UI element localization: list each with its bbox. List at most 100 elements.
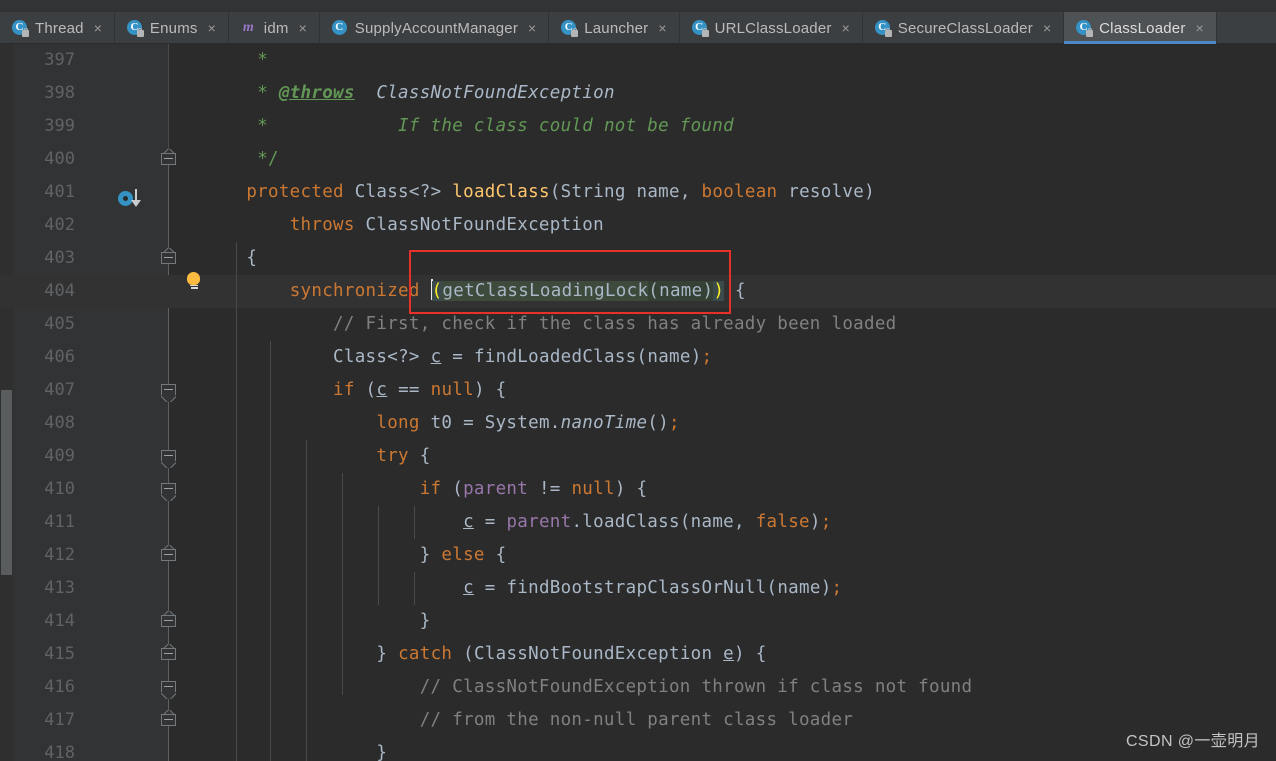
editor-tab-label: ClassLoader bbox=[1099, 19, 1186, 37]
close-icon[interactable]: × bbox=[208, 21, 216, 35]
editor-tab-secureclassloader[interactable]: C SecureClassLoader × bbox=[863, 12, 1065, 44]
line-number: 397 bbox=[44, 50, 75, 70]
editor-tab-bar: C Thread × C Enums × m idm × C SupplyAccountManage… bbox=[0, 0, 1276, 44]
overridden-method-icon[interactable] bbox=[118, 189, 148, 209]
editor-tab-supplyaccountmanager[interactable]: C SupplyAccountManager × bbox=[320, 12, 550, 44]
code-text: synchronized (getClassLoadingLock(name))… bbox=[289, 279, 746, 301]
code-text: // First, check if the class has already… bbox=[333, 314, 897, 334]
code-line-402[interactable]: 402 throws ClassNotFoundException bbox=[0, 209, 1276, 242]
code-line-413[interactable]: 413 c = findBootstrapClassOrNull(name); bbox=[0, 572, 1276, 605]
intention-bulb-icon[interactable] bbox=[186, 272, 202, 292]
editor-tab-label: Enums bbox=[149, 19, 198, 37]
java-class-icon: C bbox=[126, 20, 144, 37]
java-class-icon: C bbox=[691, 20, 709, 37]
line-number: 406 bbox=[44, 347, 75, 367]
code-line-397[interactable]: 397 * bbox=[0, 44, 1276, 77]
code-line-400[interactable]: 400 */ bbox=[0, 143, 1276, 176]
indent-guide bbox=[306, 440, 307, 761]
watermark: CSDN @一壶明月 bbox=[1125, 733, 1260, 750]
line-number: 413 bbox=[44, 578, 75, 598]
indent-guide bbox=[236, 242, 237, 761]
editor-tab-label: idm bbox=[263, 19, 289, 37]
editor-tab-launcher[interactable]: C Launcher × bbox=[549, 12, 680, 44]
line-number: 410 bbox=[44, 479, 75, 499]
editor-tab-idm[interactable]: m idm × bbox=[229, 12, 320, 44]
close-icon[interactable]: × bbox=[94, 21, 102, 35]
line-number: 409 bbox=[44, 446, 75, 466]
code-text: } catch (ClassNotFoundException e) { bbox=[376, 644, 767, 664]
java-class-icon: C bbox=[874, 20, 892, 37]
code-text: { bbox=[246, 248, 258, 268]
lock-overlay-icon bbox=[701, 27, 709, 37]
editor-tab-classloader[interactable]: C ClassLoader × bbox=[1064, 12, 1217, 44]
code-text: * @throws ClassNotFoundException bbox=[257, 83, 615, 103]
code-line-411[interactable]: 411 c = parent.loadClass(name, false); bbox=[0, 506, 1276, 539]
line-number: 418 bbox=[44, 743, 75, 761]
code-line-418[interactable]: 418 } bbox=[0, 737, 1276, 761]
code-text: c = findBootstrapClassOrNull(name); bbox=[463, 578, 843, 598]
bulb-base-stripe bbox=[190, 284, 198, 287]
editor-window: C Thread × C Enums × m idm × C SupplyAccountManage… bbox=[0, 0, 1276, 761]
editor-tab-thread[interactable]: C Thread × bbox=[0, 12, 115, 44]
code-line-399[interactable]: 399 * If the class could not be found bbox=[0, 110, 1276, 143]
lock-overlay-icon bbox=[136, 27, 144, 37]
line-number: 416 bbox=[44, 677, 75, 697]
code-text: } bbox=[376, 743, 388, 761]
code-line-414[interactable]: 414 } bbox=[0, 605, 1276, 638]
code-line-406[interactable]: 406 Class<?> c = findLoadedClass(name); bbox=[0, 341, 1276, 374]
java-class-icon: C bbox=[561, 20, 579, 37]
code-line-405[interactable]: 405 // First, check if the class has alr… bbox=[0, 308, 1276, 341]
code-text: // ClassNotFoundException thrown if clas… bbox=[419, 677, 973, 697]
close-icon[interactable]: × bbox=[658, 21, 666, 35]
code-line-407[interactable]: 407 if (c == null) { bbox=[0, 374, 1276, 407]
editor-tab-urlclassloader[interactable]: C URLClassLoader × bbox=[680, 12, 863, 44]
code-line-403[interactable]: 403 { bbox=[0, 242, 1276, 275]
close-icon[interactable]: × bbox=[1196, 21, 1204, 35]
editor-tab-label: Thread bbox=[35, 19, 84, 37]
lock-overlay-icon bbox=[1086, 27, 1094, 37]
code-text: */ bbox=[257, 149, 279, 169]
code-line-410[interactable]: 410 if (parent != null) { bbox=[0, 473, 1276, 506]
line-number: 417 bbox=[44, 710, 75, 730]
editor-tab-label: SupplyAccountManager bbox=[354, 19, 519, 37]
line-number: 404 bbox=[44, 281, 75, 301]
line-number: 398 bbox=[44, 83, 75, 103]
editor-tab-enums[interactable]: C Enums × bbox=[115, 12, 229, 44]
close-icon[interactable]: × bbox=[299, 21, 307, 35]
code-text: * bbox=[257, 50, 269, 70]
java-class-icon: C bbox=[1076, 20, 1094, 37]
editor-tab-label: Launcher bbox=[584, 19, 649, 37]
editor-tab-label: SecureClassLoader bbox=[897, 19, 1033, 37]
code-line-416[interactable]: 416 // ClassNotFoundException thrown if … bbox=[0, 671, 1276, 704]
line-number: 415 bbox=[44, 644, 75, 664]
code-text: protected Class<?> loadClass(String name… bbox=[246, 182, 875, 202]
close-icon[interactable]: × bbox=[1043, 21, 1051, 35]
line-number: 401 bbox=[44, 182, 75, 202]
line-number: 408 bbox=[44, 413, 75, 433]
code-line-417[interactable]: 417 // from the non-null parent class lo… bbox=[0, 704, 1276, 737]
java-class-icon: C bbox=[331, 20, 348, 36]
code-lines: 397 * 398 * @throws ClassNotFoundExceptio… bbox=[0, 44, 1276, 761]
close-icon[interactable]: × bbox=[842, 21, 850, 35]
editor-tab-label: URLClassLoader bbox=[714, 19, 832, 37]
close-icon[interactable]: × bbox=[528, 21, 536, 35]
bulb-glass-icon bbox=[187, 272, 200, 285]
code-line-412[interactable]: 412 } else { bbox=[0, 539, 1276, 572]
override-arrow-head bbox=[131, 200, 141, 207]
bulb-base-stripe bbox=[190, 287, 198, 289]
lock-overlay-icon bbox=[571, 27, 579, 37]
line-number: 399 bbox=[44, 116, 75, 136]
line-number: 412 bbox=[44, 545, 75, 565]
indent-guide bbox=[414, 572, 415, 605]
code-line-415[interactable]: 415 } catch (ClassNotFoundException e) { bbox=[0, 638, 1276, 671]
code-line-401[interactable]: 401 protected Class<?> loadClass(String … bbox=[0, 176, 1276, 209]
code-text: try { bbox=[376, 446, 431, 466]
code-line-398[interactable]: 398 * @throws ClassNotFoundException bbox=[0, 77, 1276, 110]
code-line-409[interactable]: 409 try { bbox=[0, 440, 1276, 473]
code-line-408[interactable]: 408 long t0 = System.nanoTime(); bbox=[0, 407, 1276, 440]
indent-guide bbox=[378, 506, 379, 605]
code-editor: 397 * 398 * @throws ClassNotFoundExceptio… bbox=[0, 44, 1276, 761]
line-number: 403 bbox=[44, 248, 75, 268]
lock-overlay-icon bbox=[22, 27, 29, 37]
code-text: * If the class could not be found bbox=[257, 116, 734, 136]
